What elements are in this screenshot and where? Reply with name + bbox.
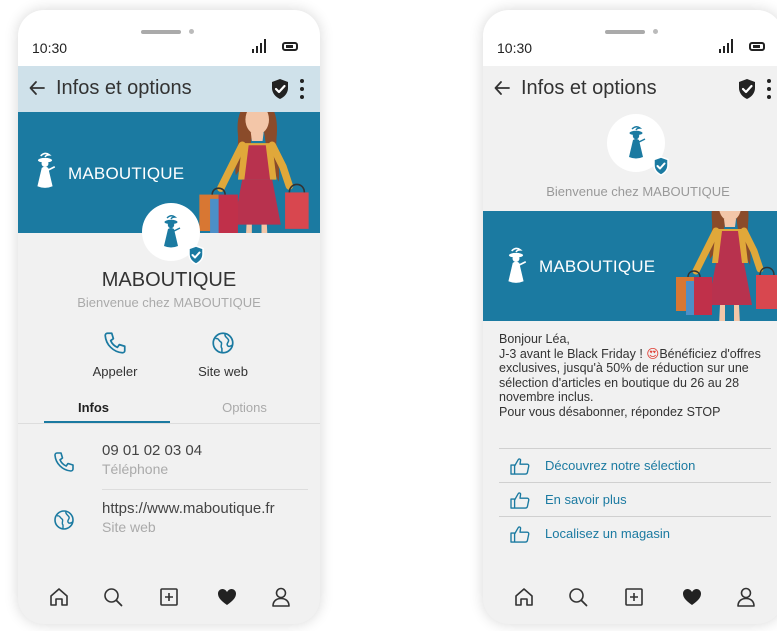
battery-icon <box>749 42 765 51</box>
add-icon[interactable] <box>158 586 180 608</box>
status-bar: 10:30 <box>483 10 777 66</box>
phone-icon <box>52 450 76 474</box>
thumb-pointer-icon <box>509 457 531 475</box>
avatar-logo-icon <box>159 213 183 249</box>
message-body-intro: J-3 avant le Black Friday ! <box>499 346 647 361</box>
phone-label: Téléphone <box>102 461 169 477</box>
verified-shield-icon[interactable] <box>270 78 290 100</box>
verified-badge-icon <box>651 156 671 176</box>
thumb-pointer-icon <box>509 491 531 509</box>
status-time: 10:30 <box>32 40 68 56</box>
battery-icon <box>282 42 298 51</box>
brand-welcome: Bienvenue chez MABOUTIQUE <box>77 295 261 310</box>
camera-dot <box>189 29 194 34</box>
speaker-notch <box>141 30 181 34</box>
message-body: J-3 avant le Black Friday ! 😍Bénéficiez … <box>499 347 775 405</box>
home-icon[interactable] <box>513 586 535 608</box>
info-row-website[interactable]: https://www.maboutique.fr Site web <box>18 496 320 546</box>
thumb-pointer-icon <box>509 525 531 543</box>
phone-icon <box>102 330 128 356</box>
camera-dot <box>653 29 658 34</box>
brand-welcome: Bienvenue chez MABOUTIQUE <box>546 184 730 199</box>
message-greeting: Bonjour Léa, <box>499 332 570 346</box>
globe-icon <box>52 508 76 532</box>
home-icon[interactable] <box>48 586 70 608</box>
speaker-notch <box>605 30 645 34</box>
shopping-woman-illustration <box>190 112 318 233</box>
shopping-woman-illustration <box>667 211 777 321</box>
info-divider <box>102 489 308 490</box>
heart-icon[interactable] <box>681 586 703 608</box>
sms-message: Bonjour Léa, J-3 avant le Black Friday !… <box>499 332 775 419</box>
brand-name: MABOUTIQUE <box>101 269 237 291</box>
more-options-icon[interactable] <box>766 79 772 99</box>
message-footer: Pour vous désabonner, répondez STOP <box>499 404 721 419</box>
verified-shield-icon[interactable] <box>737 78 757 100</box>
link-store-locator[interactable]: Localisez un magasin <box>499 517 771 550</box>
brand-banner: MABOUTIQUE <box>483 211 777 321</box>
website-label: Site web <box>198 364 248 379</box>
status-bar: 10:30 <box>18 10 320 66</box>
app-bar: Infos et options <box>18 66 320 112</box>
avatar <box>607 114 665 172</box>
bottom-navigation <box>18 574 320 624</box>
back-arrow-icon[interactable] <box>28 79 46 97</box>
tab-options[interactable]: Options <box>169 400 320 415</box>
back-arrow-icon[interactable] <box>493 79 511 97</box>
link-learn-more[interactable]: En savoir plus <box>499 483 771 516</box>
heart-eyes-emoji-icon: 😍 <box>646 346 660 361</box>
avatar <box>142 203 200 261</box>
banner-brand-name: MABOUTIQUE <box>68 164 185 183</box>
search-icon[interactable] <box>102 586 124 608</box>
signal-icon <box>719 39 735 53</box>
signal-icon <box>252 39 268 53</box>
search-icon[interactable] <box>567 586 589 608</box>
add-icon[interactable] <box>623 586 645 608</box>
link-store-locator-label: Localisez un magasin <box>545 526 671 541</box>
phone-profile-screen: 10:30 Infos et options MABOUTIQUE MABOUT… <box>18 10 320 624</box>
app-bar: Infos et options <box>483 66 777 112</box>
call-label: Appeler <box>92 364 138 379</box>
brand-logo-icon <box>503 245 529 285</box>
profile-icon[interactable] <box>270 586 292 608</box>
more-options-icon[interactable] <box>299 79 305 99</box>
link-selection-label: Découvrez notre sélection <box>545 458 696 473</box>
info-row-phone[interactable]: 09 01 02 03 04 Téléphone <box>18 438 320 488</box>
brand-logo-icon <box>32 150 58 190</box>
bottom-navigation <box>483 574 777 624</box>
website-button[interactable]: Site web <box>178 330 268 379</box>
phone-message-screen: 10:30 Infos et options Bienvenue chez MA… <box>483 10 777 624</box>
link-learn-more-label: En savoir plus <box>545 492 627 507</box>
globe-icon <box>210 330 236 356</box>
verified-badge-icon <box>186 245 206 265</box>
website-label: Site web <box>102 519 156 535</box>
status-time: 10:30 <box>497 40 533 56</box>
call-button[interactable]: Appeler <box>70 330 160 379</box>
link-selection[interactable]: Découvrez notre sélection <box>499 449 771 482</box>
tab-divider <box>18 423 320 424</box>
phone-number: 09 01 02 03 04 <box>102 442 203 459</box>
banner-brand-name: MABOUTIQUE <box>539 257 656 276</box>
website-url: https://www.maboutique.fr <box>102 500 275 517</box>
tab-infos[interactable]: Infos <box>18 400 169 415</box>
page-title: Infos et options <box>56 77 192 99</box>
profile-icon[interactable] <box>735 586 757 608</box>
avatar-logo-icon <box>624 124 648 160</box>
page-title: Infos et options <box>521 77 657 99</box>
heart-icon[interactable] <box>216 586 238 608</box>
